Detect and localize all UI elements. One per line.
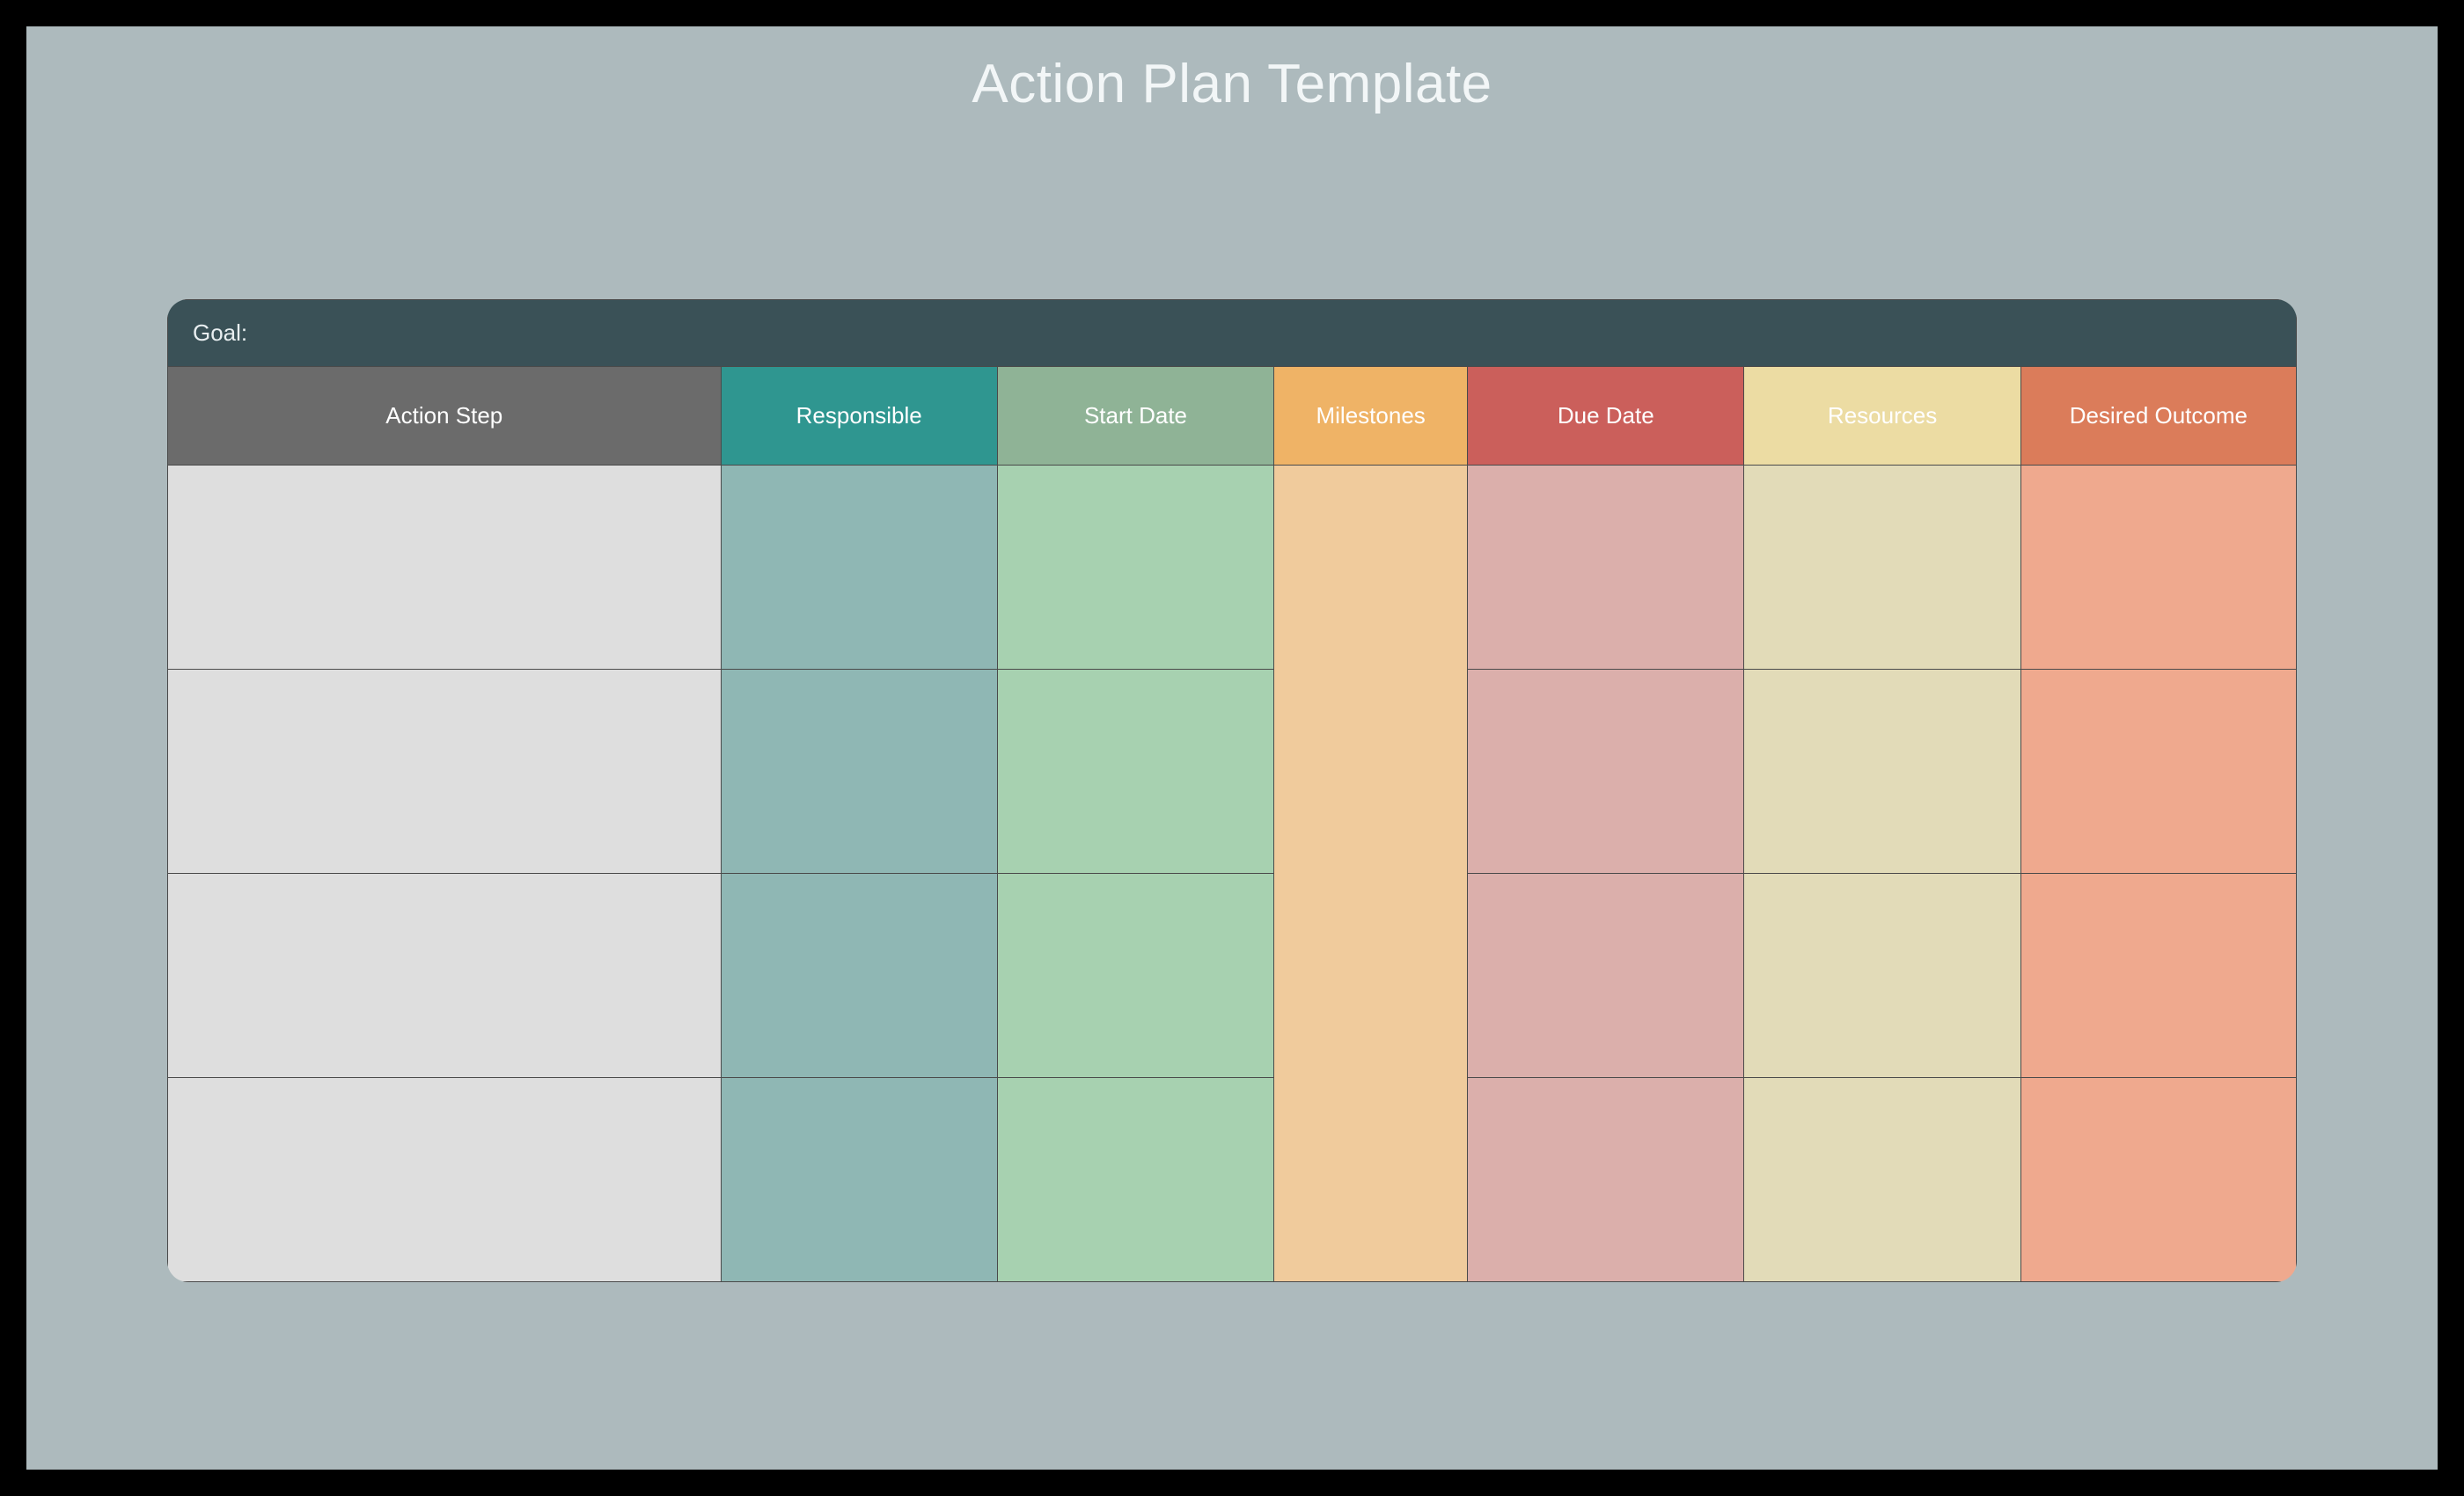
cell-milestones[interactable]: [1273, 874, 1467, 1078]
cell-desired-outcome[interactable]: [2020, 670, 2297, 874]
cell-desired-outcome[interactable]: [2020, 466, 2297, 670]
cell-due-date[interactable]: [1467, 1078, 1743, 1282]
col-header-milestones: Milestones: [1273, 366, 1467, 466]
col-header-resources: Resources: [1743, 366, 2020, 466]
goal-row[interactable]: Goal:: [167, 299, 2297, 366]
table-header-row: Action Step Responsible Start Date Miles…: [167, 366, 2297, 466]
cell-start-date[interactable]: [997, 466, 1273, 670]
cell-milestones[interactable]: [1273, 670, 1467, 874]
cell-resources[interactable]: [1743, 670, 2020, 874]
outer-frame: Action Plan Template Goal: Action Step R…: [0, 0, 2464, 1496]
cell-start-date[interactable]: [997, 874, 1273, 1078]
col-header-responsible: Responsible: [721, 366, 997, 466]
page-title: Action Plan Template: [26, 53, 2438, 115]
cell-responsible[interactable]: [721, 1078, 997, 1282]
cell-desired-outcome[interactable]: [2020, 874, 2297, 1078]
action-plan-table: Goal: Action Step Responsible Start Date…: [167, 299, 2297, 1282]
cell-resources[interactable]: [1743, 1078, 2020, 1282]
cell-action-step[interactable]: [167, 466, 721, 670]
cell-action-step[interactable]: [167, 1078, 721, 1282]
cell-resources[interactable]: [1743, 466, 2020, 670]
cell-due-date[interactable]: [1467, 670, 1743, 874]
table-row: [167, 1078, 2297, 1282]
col-header-start-date: Start Date: [997, 366, 1273, 466]
col-header-due-date: Due Date: [1467, 366, 1743, 466]
cell-action-step[interactable]: [167, 670, 721, 874]
cell-due-date[interactable]: [1467, 874, 1743, 1078]
cell-responsible[interactable]: [721, 466, 997, 670]
cell-responsible[interactable]: [721, 670, 997, 874]
table-row: [167, 874, 2297, 1078]
table-row: [167, 466, 2297, 670]
cell-action-step[interactable]: [167, 874, 721, 1078]
cell-desired-outcome[interactable]: [2020, 1078, 2297, 1282]
cell-milestones[interactable]: [1273, 466, 1467, 670]
canvas: Action Plan Template Goal: Action Step R…: [26, 26, 2438, 1470]
cell-milestones[interactable]: [1273, 1078, 1467, 1282]
cell-responsible[interactable]: [721, 874, 997, 1078]
cell-due-date[interactable]: [1467, 466, 1743, 670]
cell-resources[interactable]: [1743, 874, 2020, 1078]
table-row: [167, 670, 2297, 874]
col-header-action-step: Action Step: [167, 366, 721, 466]
cell-start-date[interactable]: [997, 1078, 1273, 1282]
col-header-desired-outcome: Desired Outcome: [2020, 366, 2297, 466]
cell-start-date[interactable]: [997, 670, 1273, 874]
